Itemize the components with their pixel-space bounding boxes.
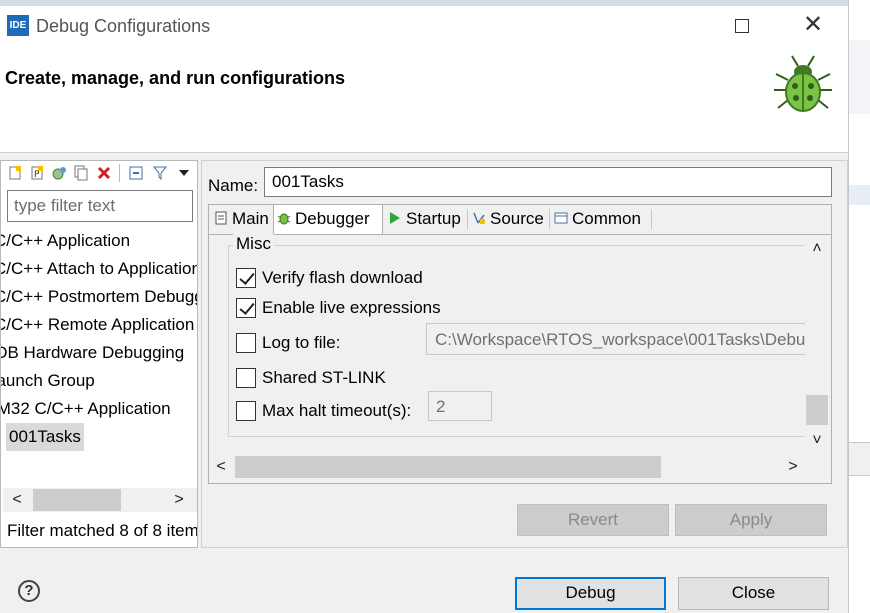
export-icon[interactable] [51,165,67,181]
tab-main[interactable]: Main [211,205,275,233]
bug-icon [770,52,836,116]
new-prototype-icon[interactable]: P [29,165,45,181]
tab-debugger-label: Debugger [295,209,370,228]
horizontal-scrollbar[interactable]: < > [209,454,805,480]
max-halt-checkbox[interactable] [236,401,256,421]
log-to-file-label: Log to file: [262,333,341,352]
scroll-right-arrow[interactable]: > [169,490,189,510]
configuration-tree-panel: P C/C++ Application C/C++ Attach to Appl… [0,160,198,548]
banner-title: Create, manage, and run configurations [5,68,346,88]
title-bar: IDE Debug Configurations ✕ [0,6,848,46]
scroll-thumb[interactable] [33,489,121,511]
filter-icon[interactable] [152,165,168,181]
tree-item-gdb-hardware[interactable]: GDB Hardware Debugging [1,339,184,367]
new-config-icon[interactable] [7,165,23,181]
misc-group: Misc Verify flash download Enable live e… [228,234,816,437]
ide-app-icon: IDE [7,15,29,36]
startup-play-icon [390,212,400,224]
verify-flash-checkbox[interactable] [236,268,256,288]
shared-stlink-label: Shared ST-LINK [262,368,386,387]
scroll-right-arrow[interactable]: > [783,457,803,477]
main-tab-icon [215,211,227,225]
tree-item-launch-group[interactable]: Launch Group [1,367,95,395]
tree-item-cpp-postmortem[interactable]: C/C++ Postmortem Debugger [1,283,197,311]
tab-common[interactable]: Common [551,205,651,233]
background-app-window [848,0,870,613]
maximize-icon [735,19,749,33]
source-icon [473,212,485,224]
duplicate-icon[interactable] [73,165,89,181]
dropdown-menu-icon[interactable] [176,165,192,181]
svg-text:P: P [34,170,40,180]
misc-group-label: Misc [233,234,274,254]
header-banner: Create, manage, and run configurations [0,46,848,153]
vertical-scroll-thumb[interactable] [806,395,828,425]
live-expressions-label: Enable live expressions [262,298,441,317]
close-button[interactable]: Close [678,577,829,610]
name-input[interactable] [264,167,832,197]
shared-stlink-checkbox[interactable] [236,368,256,388]
scroll-down-arrow[interactable]: ˅ [807,431,827,451]
tab-common-label: Common [572,209,641,228]
collapse-all-icon[interactable] [128,165,144,181]
tree-item-stm32-application[interactable]: STM32 C/C++ Application [1,395,171,423]
close-window-button[interactable]: ✕ [800,13,826,38]
scroll-left-arrow[interactable]: < [211,457,231,477]
help-icon[interactable]: ? [18,580,40,602]
tree-item-cpp-application[interactable]: C/C++ Application [1,227,130,255]
tab-startup-label: Startup [406,209,461,228]
tab-source[interactable]: Source [469,205,549,233]
tree-item-001tasks[interactable]: 001Tasks [6,423,84,451]
common-icon [554,212,568,224]
live-expressions-checkbox[interactable] [236,298,256,318]
filter-status-text: Filter matched 8 of 8 items [7,521,197,540]
revert-button[interactable]: Revert [517,504,669,536]
verify-flash-label: Verify flash download [262,268,423,287]
scroll-up-arrow[interactable]: ˄ [807,239,827,259]
debug-button[interactable]: Debug [515,577,666,610]
vertical-scrollbar[interactable]: ˄ ˅ [805,235,829,454]
max-halt-label: Max halt timeout(s): [262,401,412,420]
tab-startup[interactable]: Startup [385,205,467,233]
log-file-path-field[interactable]: C:\Workspace\RTOS_workspace\001Tasks\Deb… [426,323,816,355]
debugger-bug-icon [277,213,291,225]
left-horizontal-scrollbar[interactable]: < > [3,488,197,512]
max-halt-timeout-field[interactable]: 2 [428,391,492,421]
scroll-left-arrow[interactable]: < [7,490,27,510]
window-title: Debug Configurations [36,16,211,36]
delete-icon[interactable] [96,165,112,181]
maximize-button[interactable] [733,16,751,34]
left-toolbar: P [1,161,199,185]
apply-button[interactable]: Apply [675,504,827,536]
log-to-file-checkbox[interactable] [236,333,256,353]
configuration-editor-panel: Name: Main Debugger Startup Source Commo… [201,160,848,548]
tree-item-cpp-remote[interactable]: C/C++ Remote Application [1,311,194,339]
debugger-tab-content: Misc Verify flash download Enable live e… [209,234,831,483]
name-label: Name: [208,176,259,195]
horizontal-scroll-thumb[interactable] [235,456,661,478]
configuration-tree: C/C++ Application C/C++ Attach to Applic… [1,227,197,487]
tab-source-label: Source [490,209,544,228]
tab-folder: Main Debugger Startup Source Common Misc… [208,204,832,484]
filter-input[interactable] [7,190,193,222]
tab-main-label: Main [232,209,269,228]
tab-debugger[interactable]: Debugger [273,204,383,234]
tree-item-cpp-attach[interactable]: C/C++ Attach to Application [1,255,197,283]
